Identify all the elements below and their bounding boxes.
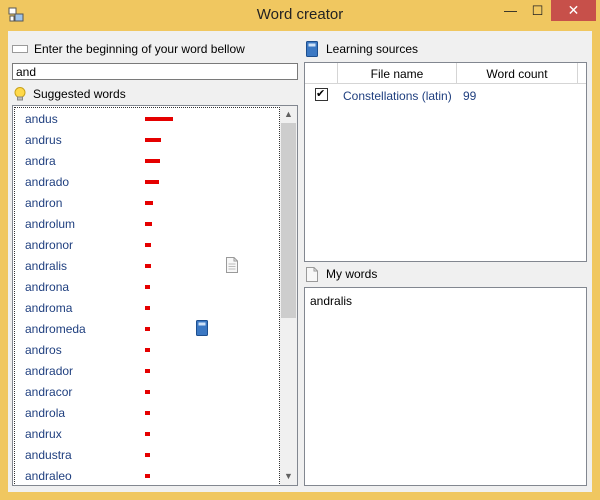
frequency-bar bbox=[145, 180, 159, 184]
book-icon bbox=[306, 41, 318, 57]
word-label: andraleo bbox=[25, 469, 72, 483]
scroll-thumb[interactable] bbox=[281, 123, 296, 318]
list-item[interactable]: androla bbox=[25, 403, 275, 424]
suggested-words-viewport: andus andrus andra andrado andron androlum and… bbox=[14, 107, 280, 485]
list-item[interactable]: androna bbox=[25, 277, 275, 298]
suggested-label: Suggested words bbox=[33, 87, 126, 101]
scroll-up-arrow[interactable]: ▲ bbox=[280, 106, 297, 123]
word-label: andromeda bbox=[25, 322, 86, 336]
suggested-label-row: Suggested words bbox=[12, 85, 126, 103]
minimize-button[interactable]: — bbox=[497, 0, 524, 21]
scroll-down-arrow[interactable]: ▼ bbox=[280, 468, 297, 485]
document-icon bbox=[226, 257, 238, 273]
check-mark: ✔ bbox=[316, 87, 326, 100]
list-item[interactable]: andron bbox=[25, 193, 275, 214]
column-separator bbox=[577, 63, 578, 84]
frequency-bar bbox=[145, 159, 160, 163]
frequency-bar bbox=[145, 306, 150, 310]
mywords-label: My words bbox=[326, 267, 378, 281]
word-label: andus bbox=[25, 112, 58, 126]
list-item[interactable]: andra bbox=[25, 151, 275, 172]
word-label: androlum bbox=[25, 217, 76, 231]
table-row[interactable]: ✔ Constellations (latin) 99 bbox=[305, 85, 586, 106]
list-item[interactable]: androma bbox=[25, 298, 275, 319]
sources-label: Learning sources bbox=[326, 42, 419, 56]
word-label: andralis bbox=[25, 259, 68, 273]
client-area: Enter the beginning of your word bellow … bbox=[8, 31, 592, 492]
word-label: androma bbox=[25, 301, 73, 315]
word-label: andron bbox=[25, 196, 63, 210]
word-label: androna bbox=[25, 280, 70, 294]
word-label: andra bbox=[25, 154, 56, 168]
grid-header: File name Word count bbox=[305, 63, 586, 84]
word-label: androla bbox=[25, 406, 66, 420]
word-label: andros bbox=[25, 343, 62, 357]
list-item[interactable]: andrus bbox=[25, 130, 275, 151]
frequency-bar bbox=[145, 285, 150, 289]
close-button[interactable]: ✕ bbox=[551, 0, 596, 21]
cell-word-count: 99 bbox=[463, 89, 477, 103]
list-item[interactable]: andros bbox=[25, 340, 275, 361]
textbox-icon bbox=[12, 45, 28, 53]
sources-label-row: Learning sources bbox=[304, 40, 418, 58]
suggested-words-list[interactable]: andus andrus andra andrado andron androlum and… bbox=[12, 105, 298, 486]
search-label: Enter the beginning of your word bellow bbox=[34, 42, 245, 56]
word-label: andracor bbox=[25, 385, 73, 399]
list-item[interactable]: andrado bbox=[25, 172, 275, 193]
word-label: andronor bbox=[25, 238, 74, 252]
frequency-bar bbox=[145, 243, 151, 247]
list-item[interactable]: androlum bbox=[25, 214, 275, 235]
learning-sources-grid[interactable]: File name Word count ✔ Constellations (l… bbox=[304, 62, 587, 262]
frequency-bar bbox=[145, 432, 150, 436]
word-label: andrus bbox=[25, 133, 62, 147]
frequency-bar bbox=[145, 138, 161, 142]
maximize-button[interactable]: ☐ bbox=[524, 0, 551, 21]
list-item[interactable]: andracor bbox=[25, 382, 275, 403]
vertical-scrollbar[interactable]: ▲ ▼ bbox=[280, 106, 297, 485]
frequency-bar bbox=[145, 369, 150, 373]
frequency-bar bbox=[145, 390, 150, 394]
column-header-file-name[interactable]: File name bbox=[338, 67, 456, 81]
cell-file-name: Constellations (latin) bbox=[343, 89, 452, 103]
list-item[interactable]: andronor bbox=[25, 235, 275, 256]
list-item[interactable]: andromeda bbox=[25, 319, 275, 340]
word-label: andrado bbox=[25, 175, 70, 189]
list-item[interactable]: andustra bbox=[25, 445, 275, 466]
frequency-bar bbox=[145, 222, 152, 226]
frequency-bar bbox=[145, 453, 150, 457]
list-item[interactable]: andus bbox=[25, 109, 275, 130]
list-item[interactable]: andraleo bbox=[25, 466, 275, 485]
frequency-bar bbox=[145, 474, 150, 478]
lightbulb-icon bbox=[14, 87, 26, 101]
source-checkbox[interactable]: ✔ bbox=[315, 87, 328, 101]
frequency-bar bbox=[145, 411, 150, 415]
word-label: andrux bbox=[25, 427, 62, 441]
title-bar: Word creator — ☐ ✕ bbox=[0, 0, 600, 30]
word-label: andrador bbox=[25, 364, 74, 378]
list-item[interactable]: andralis bbox=[25, 256, 275, 277]
book-icon bbox=[196, 320, 208, 336]
frequency-bar bbox=[145, 348, 150, 352]
frequency-bar bbox=[145, 201, 153, 205]
column-header-word-count[interactable]: Word count bbox=[457, 67, 577, 81]
frequency-bar bbox=[145, 117, 173, 121]
frequency-bar bbox=[145, 327, 150, 331]
list-item[interactable]: andrux bbox=[25, 424, 275, 445]
word-label: andustra bbox=[25, 448, 72, 462]
my-words-textbox[interactable]: andralis bbox=[304, 287, 587, 486]
search-label-row: Enter the beginning of your word bellow bbox=[12, 41, 245, 57]
frequency-bar bbox=[145, 264, 151, 268]
search-input[interactable] bbox=[12, 63, 298, 80]
list-item[interactable]: andrador bbox=[25, 361, 275, 382]
mywords-label-row: My words bbox=[304, 265, 377, 283]
document-icon bbox=[306, 266, 318, 282]
